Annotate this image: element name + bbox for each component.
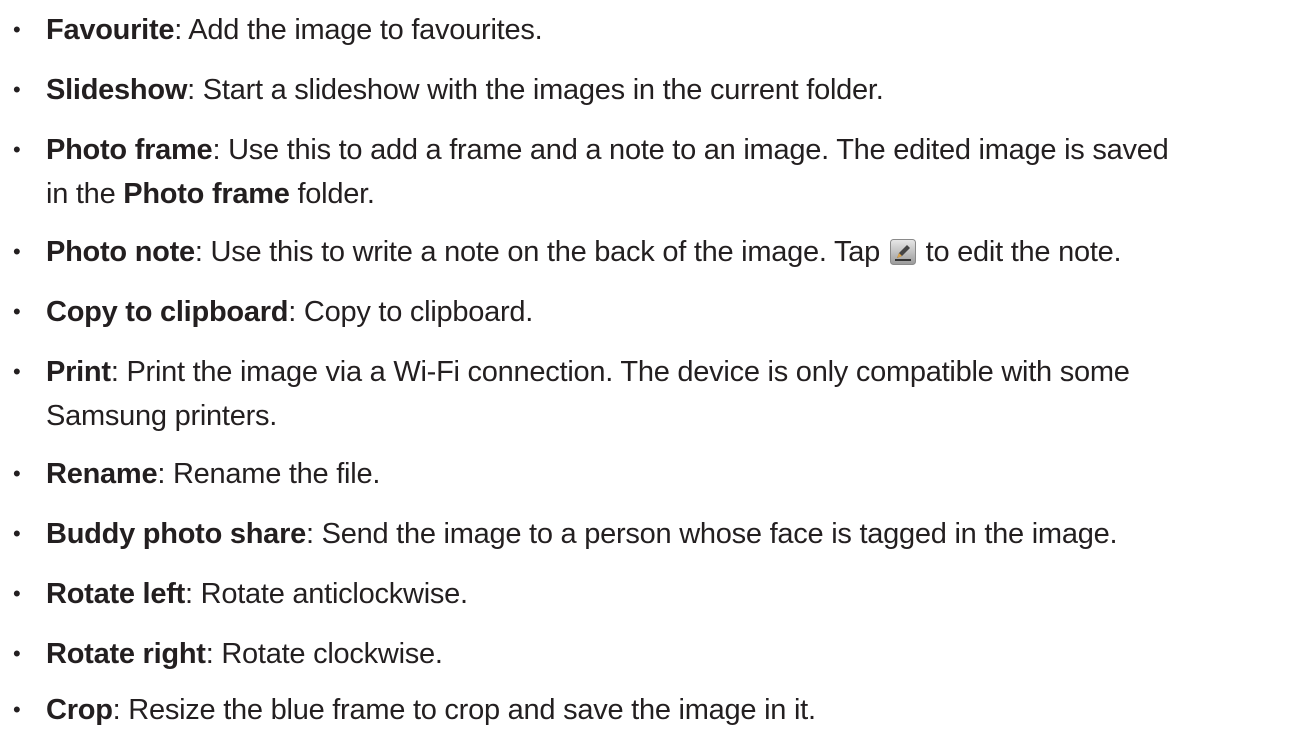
bullet: • [13,77,21,102]
item-term: Rename [46,458,158,490]
bullet: • [13,239,21,264]
item-text: Rename: Rename the file. [46,452,1296,496]
item-text: Slideshow: Start a slideshow with the im… [46,68,1296,112]
item-text: Rotate right: Rotate clockwise. [46,632,1296,676]
item-term: Favourite [46,14,175,46]
item-text: Favourite: Add the image to favourites. [46,8,1296,52]
bullet: • [13,17,21,42]
item-separator: : [305,518,322,550]
item-separator: : [205,638,222,670]
item-description: Send the image to a person whose face is… [321,518,1118,550]
item-term: Crop [46,694,113,726]
item-description-line2-prefix: in the [46,178,124,210]
item-description: Copy to clipboard. [303,296,534,328]
item-text: Crop: Resize the blue frame to crop and … [46,688,1296,732]
item-description: Rotate clockwise. [221,638,443,670]
item-separator: : [157,458,173,490]
item-text: Print: Print the image via a Wi-Fi conne… [46,350,1296,438]
item-description-after-icon: to edit the note. [917,236,1122,268]
item-term: Rotate left [46,578,186,610]
item-description: Start a slideshow with the images in the… [202,74,884,106]
item-term: Photo note [46,236,195,268]
bullet: • [13,461,21,486]
item-term: Print [46,356,111,388]
item-text: Rotate left: Rotate anticlockwise. [46,572,1296,616]
item-description: Print the image via a Wi-Fi connection. … [126,356,1130,388]
item-separator: : [112,694,129,726]
item-text: Copy to clipboard: Copy to clipboard. [46,290,1296,334]
item-term: Photo frame [46,134,213,166]
bullet: • [13,641,21,666]
item-text: Buddy photo share: Send the image to a p… [46,512,1296,556]
item-inline-term: Photo frame [123,178,290,210]
bullet: • [13,521,21,546]
item-term: Slideshow [46,74,188,106]
item-separator: : [212,134,229,166]
item-separator: : [288,296,304,328]
item-separator: : [194,236,211,268]
item-text: Photo note: Use this to write a note on … [46,230,1296,274]
item-term: Buddy photo share [46,518,306,550]
bullet: • [13,299,21,324]
item-description-line2: Samsung printers. [46,400,278,432]
item-description: Use this to write a note on the back of … [210,236,888,268]
item-separator: : [174,14,189,46]
item-term: Copy to clipboard [46,296,289,328]
item-description: Resize the blue frame to crop and save t… [128,694,816,726]
bullet: • [13,359,21,384]
item-description: Rename the file. [172,458,381,490]
bullet: • [13,581,21,606]
bullet: • [13,697,21,722]
item-description-line2-suffix: folder. [289,178,375,210]
item-text: Photo frame: Use this to add a frame and… [46,128,1296,216]
item-separator: : [110,356,127,388]
item-separator: : [185,578,201,610]
item-description: Add the image to favourites. [188,14,543,46]
edit-pencil-icon [889,234,916,265]
item-description: Rotate anticlockwise. [200,578,468,610]
item-description: Use this to add a frame and a note to an… [228,134,1169,166]
item-term: Rotate right [46,638,206,670]
item-separator: : [187,74,203,106]
bullet: • [13,137,21,162]
